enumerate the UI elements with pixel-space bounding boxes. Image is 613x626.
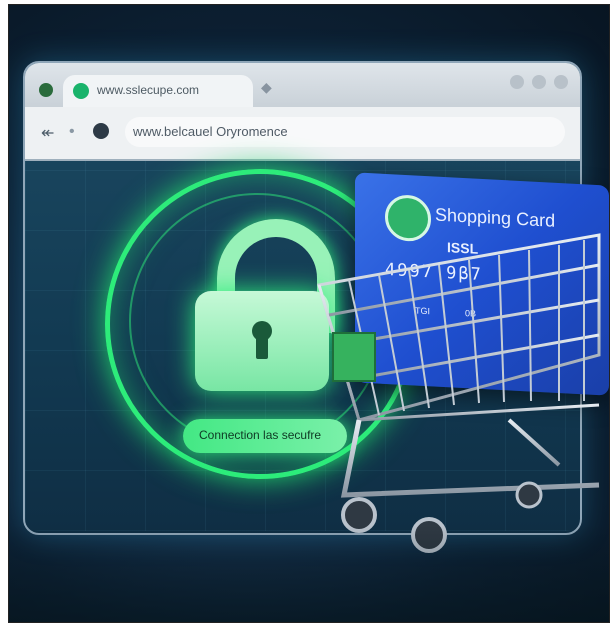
- floor-reflection: [9, 525, 609, 622]
- browser-title-bar: www.sslecupe.com ◆: [25, 63, 580, 109]
- shopping-cart-icon: [317, 233, 601, 553]
- tab-favicon-icon: [39, 83, 53, 97]
- address-text: www.belcauel Oryromence: [133, 124, 288, 139]
- green-circle-icon: [73, 83, 89, 99]
- cart-frame: [340, 419, 600, 498]
- back-arrow-icon[interactable]: ↞: [41, 123, 54, 143]
- cart-handle-block: [332, 332, 376, 382]
- secure-shopping-illustration: www.sslecupe.com ◆ ↞ • www.belcauel Oryr…: [8, 4, 610, 623]
- window-dot-icon[interactable]: [554, 75, 568, 89]
- window-dot-icon[interactable]: [532, 75, 546, 89]
- cart-wires: [348, 240, 585, 416]
- forward-dot-icon[interactable]: •: [69, 123, 75, 141]
- browser-toolbar: ↞ • www.belcauel Oryromence: [25, 107, 580, 161]
- cart-leg: [507, 418, 561, 467]
- cart-basket: [317, 233, 601, 422]
- tab-url: www.sslecupe.com: [97, 83, 200, 97]
- address-bar[interactable]: www.belcauel Oryromence: [125, 117, 565, 147]
- browser-tab[interactable]: www.sslecupe.com: [63, 75, 253, 109]
- window-dot-icon[interactable]: [510, 75, 524, 89]
- chevron-icon: ◆: [261, 79, 272, 95]
- keyhole-slot: [256, 335, 268, 359]
- site-info-icon[interactable]: [93, 123, 109, 139]
- image-frame: www.sslecupe.com ◆ ↞ • www.belcauel Oryr…: [0, 0, 613, 626]
